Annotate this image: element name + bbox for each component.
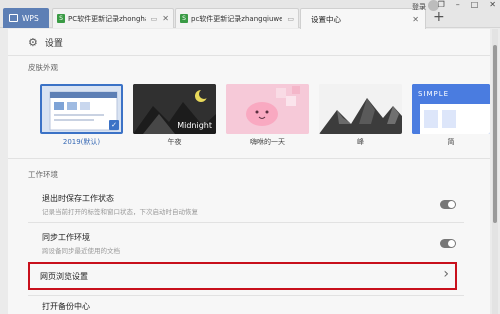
- spreadsheet-icon: S: [57, 14, 65, 23]
- tab-document-1[interactable]: S PC软件更新记录zhonghang.xls ▭ ✕: [52, 8, 174, 28]
- chevron-right-icon: ›: [443, 266, 449, 282]
- save-state-toggle[interactable]: [440, 200, 456, 209]
- new-tab-button[interactable]: +: [433, 10, 445, 24]
- divider: [28, 222, 464, 223]
- skin-default-label: 2019(默认): [62, 138, 101, 146]
- skin-pink-label: 嗨咻的一天: [250, 138, 285, 146]
- skin-peak-thumb[interactable]: [319, 84, 402, 134]
- page-title: 设置: [44, 38, 63, 49]
- tab-settings-center[interactable]: 设置中心 ✕: [300, 8, 426, 29]
- skin-peak-preview: [319, 84, 402, 134]
- tab-document-2-label: pc软件更新记录zhangqiuwei 1: [191, 14, 283, 23]
- sync-env-title: 同步工作环境: [42, 233, 90, 242]
- selected-check-icon: ✓: [109, 120, 119, 130]
- gear-icon: ⚙: [28, 35, 38, 49]
- save-state-title: 退出时保存工作状态: [42, 194, 114, 203]
- divider: [28, 295, 464, 296]
- scrollbar-thumb[interactable]: [493, 45, 497, 223]
- wps-home-tab[interactable]: WPS: [3, 8, 49, 28]
- skin-simple-thumb[interactable]: SIMPLE: [412, 84, 490, 134]
- tab-settings-center-label: 设置中心: [311, 14, 341, 24]
- maximize-icon[interactable]: □: [471, 0, 479, 9]
- skin-default-thumb[interactable]: ✓: [40, 84, 123, 134]
- login-link[interactable]: 登录: [412, 2, 426, 12]
- close-window-icon[interactable]: ✕: [489, 0, 496, 9]
- divider: [8, 158, 490, 159]
- sync-env-desc: 跨设备同步最近使用的文档: [42, 247, 120, 255]
- sync-env-toggle[interactable]: [440, 239, 456, 248]
- minimize-icon[interactable]: –: [456, 0, 460, 9]
- close-tab-icon[interactable]: ✕: [162, 14, 169, 23]
- skin-midnight-label: 午夜: [167, 138, 182, 146]
- close-tab-icon[interactable]: ✕: [412, 15, 419, 24]
- page-header: ⚙ 设置: [8, 29, 490, 56]
- skin-midnight-thumb[interactable]: Midnight: [133, 84, 216, 134]
- skin-simple-caption: SIMPLE: [418, 90, 450, 98]
- skin-midnight-caption: Midnight: [177, 121, 212, 130]
- browser-settings-row[interactable]: 网页浏览设置 ›: [28, 262, 457, 290]
- tab-document-2[interactable]: S pc软件更新记录zhangqiuwei 1 ▭: [175, 8, 299, 28]
- window-icon[interactable]: ▭: [151, 15, 158, 23]
- sync-env-row: 同步工作环境 跨设备同步最近使用的文档: [28, 225, 464, 261]
- wps-tab-label: WPS: [22, 13, 39, 23]
- skin-pink-thumb[interactable]: [226, 84, 309, 134]
- restore-window-icon[interactable]: ❐: [438, 0, 445, 9]
- settings-page: ⚙ 设置 皮肤外观 ✓ 2019(默认) Midnight 午夜 嗨咻的一天 峰…: [8, 29, 490, 314]
- save-state-desc: 记录当前打开的标签和窗口状态，下次启动时自动恢复: [42, 208, 198, 216]
- backup-center-row[interactable]: 打开备份中心: [42, 301, 90, 312]
- tab-bar: WPS S PC软件更新记录zhonghang.xls ▭ ✕ S pc软件更新…: [0, 0, 500, 29]
- skin-pink-preview: [226, 84, 309, 134]
- skin-section-title: 皮肤外观: [28, 63, 58, 72]
- window-icon[interactable]: ▭: [287, 15, 294, 23]
- window-controls: ❐ – □ ✕: [438, 0, 496, 9]
- skin-gallery: ✓ 2019(默认) Midnight 午夜 嗨咻的一天 峰 SIMPLE 简: [40, 84, 490, 164]
- skin-simple-label: 简: [447, 138, 455, 146]
- wps-logo-icon: [9, 14, 18, 22]
- browser-settings-label: 网页浏览设置: [40, 272, 88, 281]
- tab-document-1-label: PC软件更新记录zhonghang.xls: [68, 14, 146, 23]
- work-section-title: 工作环境: [28, 170, 58, 179]
- spreadsheet-icon: S: [180, 14, 188, 23]
- save-state-row: 退出时保存工作状态 记录当前打开的标签和窗口状态，下次启动时自动恢复: [28, 186, 464, 222]
- skin-peak-label: 峰: [357, 138, 364, 146]
